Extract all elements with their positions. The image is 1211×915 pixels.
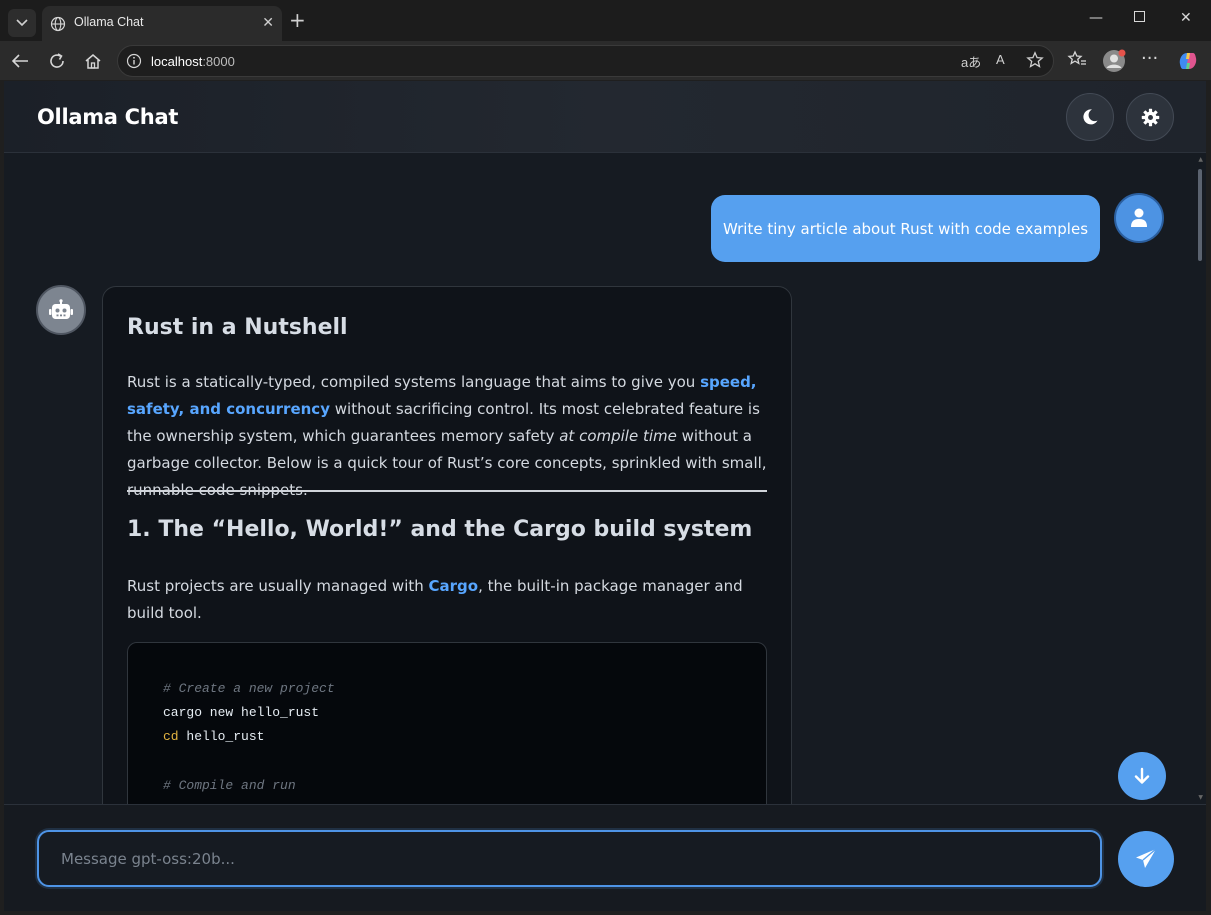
intro-paragraph: Rust is a statically-typed, compiled sys… [127, 373, 767, 499]
globe-icon [50, 16, 66, 32]
send-button[interactable] [1118, 831, 1174, 887]
tab-actions-chevron-icon[interactable] [8, 9, 36, 37]
tab-title: Ollama Chat [74, 15, 144, 29]
browser-toolbar: localhost:8000 aあ A ··· [0, 42, 1211, 80]
message-input[interactable] [37, 830, 1102, 887]
close-tab-icon[interactable]: ✕ [262, 15, 274, 31]
code-comment: # Compile and run [163, 778, 296, 793]
more-options-icon[interactable]: ··· [1141, 48, 1158, 69]
section-paragraph: Rust projects are usually managed with C… [127, 577, 743, 622]
new-tab-icon[interactable]: + [289, 10, 306, 30]
app-title: Ollama Chat [37, 105, 179, 129]
refresh-icon[interactable] [46, 50, 68, 72]
favorite-star-icon[interactable] [1026, 51, 1044, 72]
favorites-icon[interactable] [1067, 50, 1087, 72]
copilot-icon[interactable] [1176, 49, 1200, 77]
back-icon[interactable] [9, 50, 31, 72]
article-heading: Rust in a Nutshell [127, 315, 348, 340]
chat-app: Ollama Chat ▲ ▼ Write tiny article about… [4, 81, 1206, 911]
assistant-message: Rust in a Nutshell Rust is a statically-… [102, 286, 792, 804]
code-line: cargo new hello_rust [163, 705, 320, 720]
read-aloud-icon[interactable]: A [996, 52, 1005, 67]
section-heading: 1. The “Hello, World!” and the Cargo bui… [127, 517, 753, 542]
chat-messages[interactable]: ▲ ▼ Write tiny article about Rust with c… [4, 153, 1206, 804]
scrollbar-thumb[interactable] [1198, 169, 1202, 261]
scroll-down-arrow[interactable]: ▼ [1198, 794, 1203, 801]
user-icon [1131, 208, 1147, 227]
send-icon [1136, 848, 1157, 868]
code-comment: # Create a new project [163, 681, 335, 696]
code-block: # Create a new project cargo new hello_r… [127, 642, 767, 804]
site-info-icon[interactable] [126, 53, 142, 69]
gear-icon [1141, 108, 1159, 126]
minimize-icon[interactable]: — [1089, 10, 1103, 26]
home-icon[interactable] [82, 50, 104, 72]
maximize-icon[interactable] [1134, 10, 1145, 26]
moon-icon [1083, 109, 1098, 125]
code-line: cd hello_rust [163, 729, 265, 744]
robot-icon [49, 299, 73, 319]
translate-icon[interactable]: aあ [961, 52, 981, 71]
address-bar[interactable]: localhost:8000 aあ A [117, 45, 1054, 77]
close-window-icon[interactable]: ✕ [1180, 10, 1192, 26]
bot-avatar [36, 285, 86, 335]
scroll-up-arrow[interactable]: ▲ [1198, 156, 1203, 163]
profile-avatar-icon[interactable] [1102, 49, 1126, 77]
theme-toggle-button[interactable] [1066, 93, 1114, 141]
horizontal-rule [127, 490, 767, 492]
user-message: Write tiny article about Rust with code … [711, 195, 1100, 262]
composer [4, 804, 1206, 911]
app-header: Ollama Chat [4, 81, 1206, 153]
settings-button[interactable] [1126, 93, 1174, 141]
scroll-to-bottom-button[interactable] [1118, 752, 1166, 800]
url-text: localhost:8000 [151, 54, 235, 69]
browser-tab-strip: Ollama Chat ✕ + — ✕ [0, 0, 1211, 42]
browser-tab[interactable]: Ollama Chat ✕ [42, 6, 282, 42]
user-message-text: Write tiny article about Rust with code … [722, 219, 1089, 238]
arrow-down-icon [1134, 767, 1150, 784]
user-avatar [1114, 193, 1164, 243]
